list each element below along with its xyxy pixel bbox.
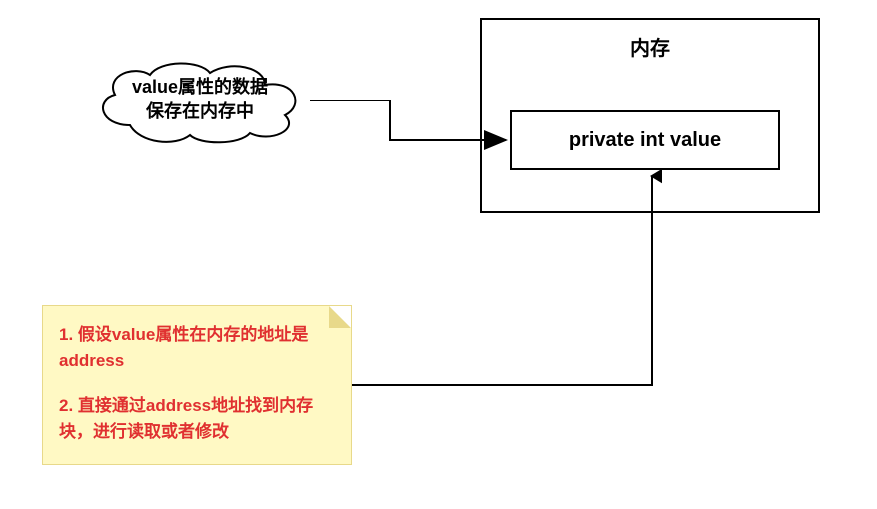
cloud-text: value属性的数据 保存在内存中 — [102, 75, 298, 124]
memory-title: 内存 — [482, 32, 818, 61]
value-box: private int value — [510, 110, 780, 170]
cloud-callout: value属性的数据 保存在内存中 — [90, 55, 310, 145]
arrow-cloud-to-value — [310, 100, 510, 150]
value-field-text: private int value — [569, 129, 721, 152]
note-point-1: 1. 假设value属性在内存的地址是address — [59, 322, 335, 373]
cloud-text-line1: value属性的数据 — [102, 75, 298, 99]
sticky-note: 1. 假设value属性在内存的地址是address 2. 直接通过addres… — [42, 305, 352, 465]
diagram-canvas: 内存 private int value value属性的数据 保存在内存中 — [0, 0, 877, 509]
arrow-note-to-value — [352, 170, 662, 390]
cloud-text-line2: 保存在内存中 — [102, 99, 298, 123]
note-point-2: 2. 直接通过address地址找到内存块，进行读取或者修改 — [59, 393, 335, 444]
